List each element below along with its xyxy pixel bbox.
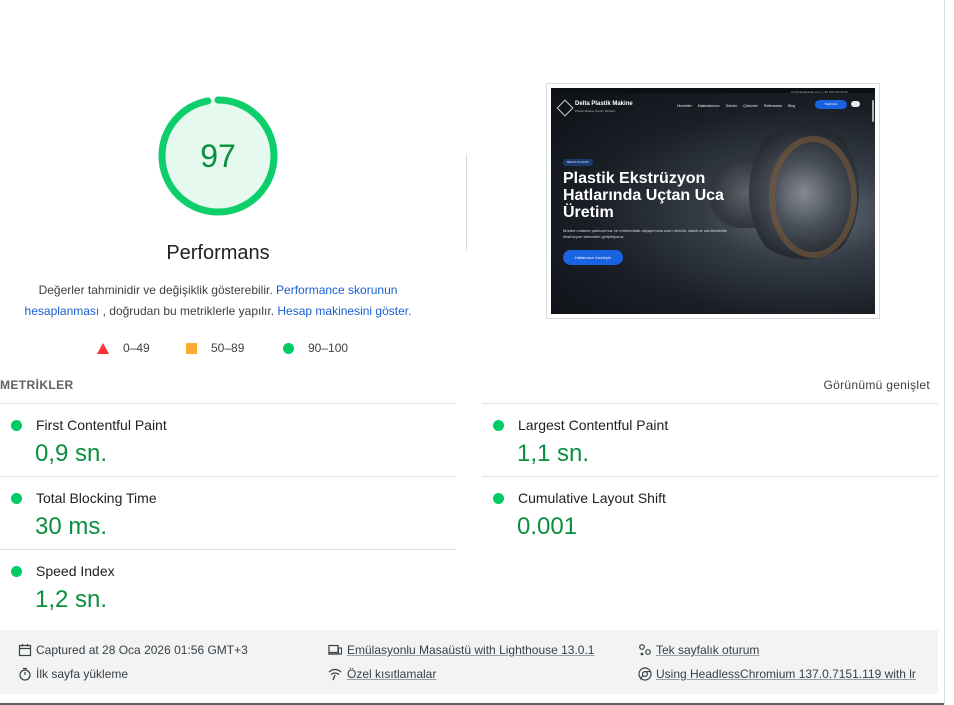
pass-circle-icon xyxy=(11,566,22,577)
metric-label: Speed Index xyxy=(36,563,115,579)
category-description: Değerler tahminidir ve değişiklik göster… xyxy=(12,280,424,322)
site-contact: info@deltaplastik.com | +90 530 000 00 0… xyxy=(791,90,848,94)
site-hero-title: Plastik Ekstrüzyon Hatlarında Uçtan Uca … xyxy=(563,170,724,221)
metric-value: 1,1 sn. xyxy=(517,440,590,467)
site-brand: Delta Plastik Makine xyxy=(575,101,633,107)
site-brand-sub: Plastik Makine Üretim Merkezi xyxy=(575,109,616,113)
browser-text: Using HeadlessChromium 137.0.7151.119 wi… xyxy=(656,667,916,681)
captured-time: Captured at 28 Oca 2026 01:56 GMT+3 xyxy=(18,643,248,657)
triangle-icon xyxy=(97,342,109,354)
page-load-info: İlk sayfa yükleme xyxy=(18,667,128,681)
emulation-info[interactable]: Emülasyonlu Masaüstü with Lighthouse 13.… xyxy=(327,643,594,657)
metric-label: First Contentful Paint xyxy=(36,417,167,433)
gauge-score: 97 xyxy=(200,138,236,174)
metric-value: 1,2 sn. xyxy=(35,586,108,613)
pass-circle-icon xyxy=(11,493,22,504)
page-load-text: İlk sayfa yükleme xyxy=(36,667,129,681)
legend-average: 50–89 xyxy=(186,340,244,356)
site-nav-item: Ürünler xyxy=(725,104,738,108)
site-theme-toggle xyxy=(851,101,860,107)
performance-gauge: 97 xyxy=(156,94,280,218)
metric-fcp: First Contentful Paint 0,9 sn. xyxy=(0,403,456,475)
metric-tbt: Total Blocking Time 30 ms. xyxy=(0,476,456,548)
metric-value: 0,9 sn. xyxy=(35,440,108,467)
pass-circle-icon xyxy=(493,420,504,431)
site-nav: Hizmetler Makinalarımız Ürünler Çözümler… xyxy=(677,104,795,108)
metric-cls: Cumulative Layout Shift 0.001 xyxy=(482,476,938,548)
metric-si: Speed Index 1,2 sn. xyxy=(0,549,456,621)
metric-label: Largest Contentful Paint xyxy=(518,417,669,433)
vertical-divider xyxy=(466,154,467,250)
site-nav-item: Referanslar xyxy=(764,104,783,108)
devices-icon xyxy=(328,644,343,655)
expand-view-toggle[interactable]: Görünümü genişlet xyxy=(780,378,930,392)
site-nav-button: Teklif Alın xyxy=(815,100,847,109)
network-icon xyxy=(328,668,342,681)
runtime-settings: Captured at 28 Oca 2026 01:56 GMT+3 Emül… xyxy=(0,630,938,694)
timer-icon xyxy=(19,667,31,681)
metric-label: Total Blocking Time xyxy=(36,490,157,506)
site-hero-subtitle: Modern makine parkurumuz ve mühendislik … xyxy=(563,228,727,239)
site-scrollbar xyxy=(872,100,874,122)
captured-text: Captured at 28 Oca 2026 01:56 GMT+3 xyxy=(36,643,248,657)
site-hero-badge: DELTA PLASTİK xyxy=(563,159,594,166)
throttling-text: Özel kısıtlamalar xyxy=(347,667,437,681)
site-nav-item: Hizmetler xyxy=(677,104,692,108)
metric-value: 30 ms. xyxy=(35,513,108,540)
calendar-icon xyxy=(18,644,32,657)
page-scrollbar[interactable] xyxy=(944,0,954,705)
browser-info[interactable]: Using HeadlessChromium 137.0.7151.119 wi… xyxy=(638,667,916,681)
screenshot-image: info@deltaplastik.com | +90 530 000 00 0… xyxy=(551,88,875,314)
category-title: Performans xyxy=(166,242,270,264)
site-hero-cta: Hatlarımızı İnceleyin xyxy=(563,250,623,265)
calculator-link[interactable]: Hesap makinesini göster. xyxy=(277,304,411,318)
description-text-1: Değerler tahminidir ve değişiklik göster… xyxy=(38,283,273,297)
final-screenshot[interactable]: info@deltaplastik.com | +90 530 000 00 0… xyxy=(546,83,880,319)
description-text-2: , doğrudan bu metriklerle yapılır. xyxy=(102,304,275,318)
pass-circle-icon xyxy=(493,493,504,504)
throttling-info[interactable]: Özel kısıtlamalar xyxy=(327,667,436,681)
site-nav-item: Çözümler xyxy=(743,104,759,108)
machine-ring xyxy=(769,136,857,258)
emulation-text: Emülasyonlu Masaüstü with Lighthouse 13.… xyxy=(347,643,595,657)
site-logo-icon xyxy=(556,99,574,117)
site-nav-item: Makinalarımız xyxy=(697,104,720,108)
square-icon xyxy=(186,342,197,354)
session-text: Tek sayfalık oturum xyxy=(656,643,760,657)
legend-fail-label: 0–49 xyxy=(123,341,150,355)
legend-average-label: 50–89 xyxy=(211,341,245,355)
metric-value: 0.001 xyxy=(517,513,578,540)
legend-pass-label: 90–100 xyxy=(308,341,349,355)
metric-label: Cumulative Layout Shift xyxy=(518,490,666,506)
metric-lcp: Largest Contentful Paint 1,1 sn. xyxy=(482,403,938,475)
circle-icon xyxy=(283,342,294,354)
site-nav-item: Blog xyxy=(788,104,796,108)
metrics-title: METRİKLER xyxy=(0,378,74,392)
legend-pass: 90–100 xyxy=(283,340,348,356)
session-icon xyxy=(639,644,651,656)
chrome-icon xyxy=(638,667,652,681)
pass-circle-icon xyxy=(11,420,22,431)
session-info[interactable]: Tek sayfalık oturum xyxy=(638,643,759,657)
legend-fail: 0–49 xyxy=(97,340,150,356)
